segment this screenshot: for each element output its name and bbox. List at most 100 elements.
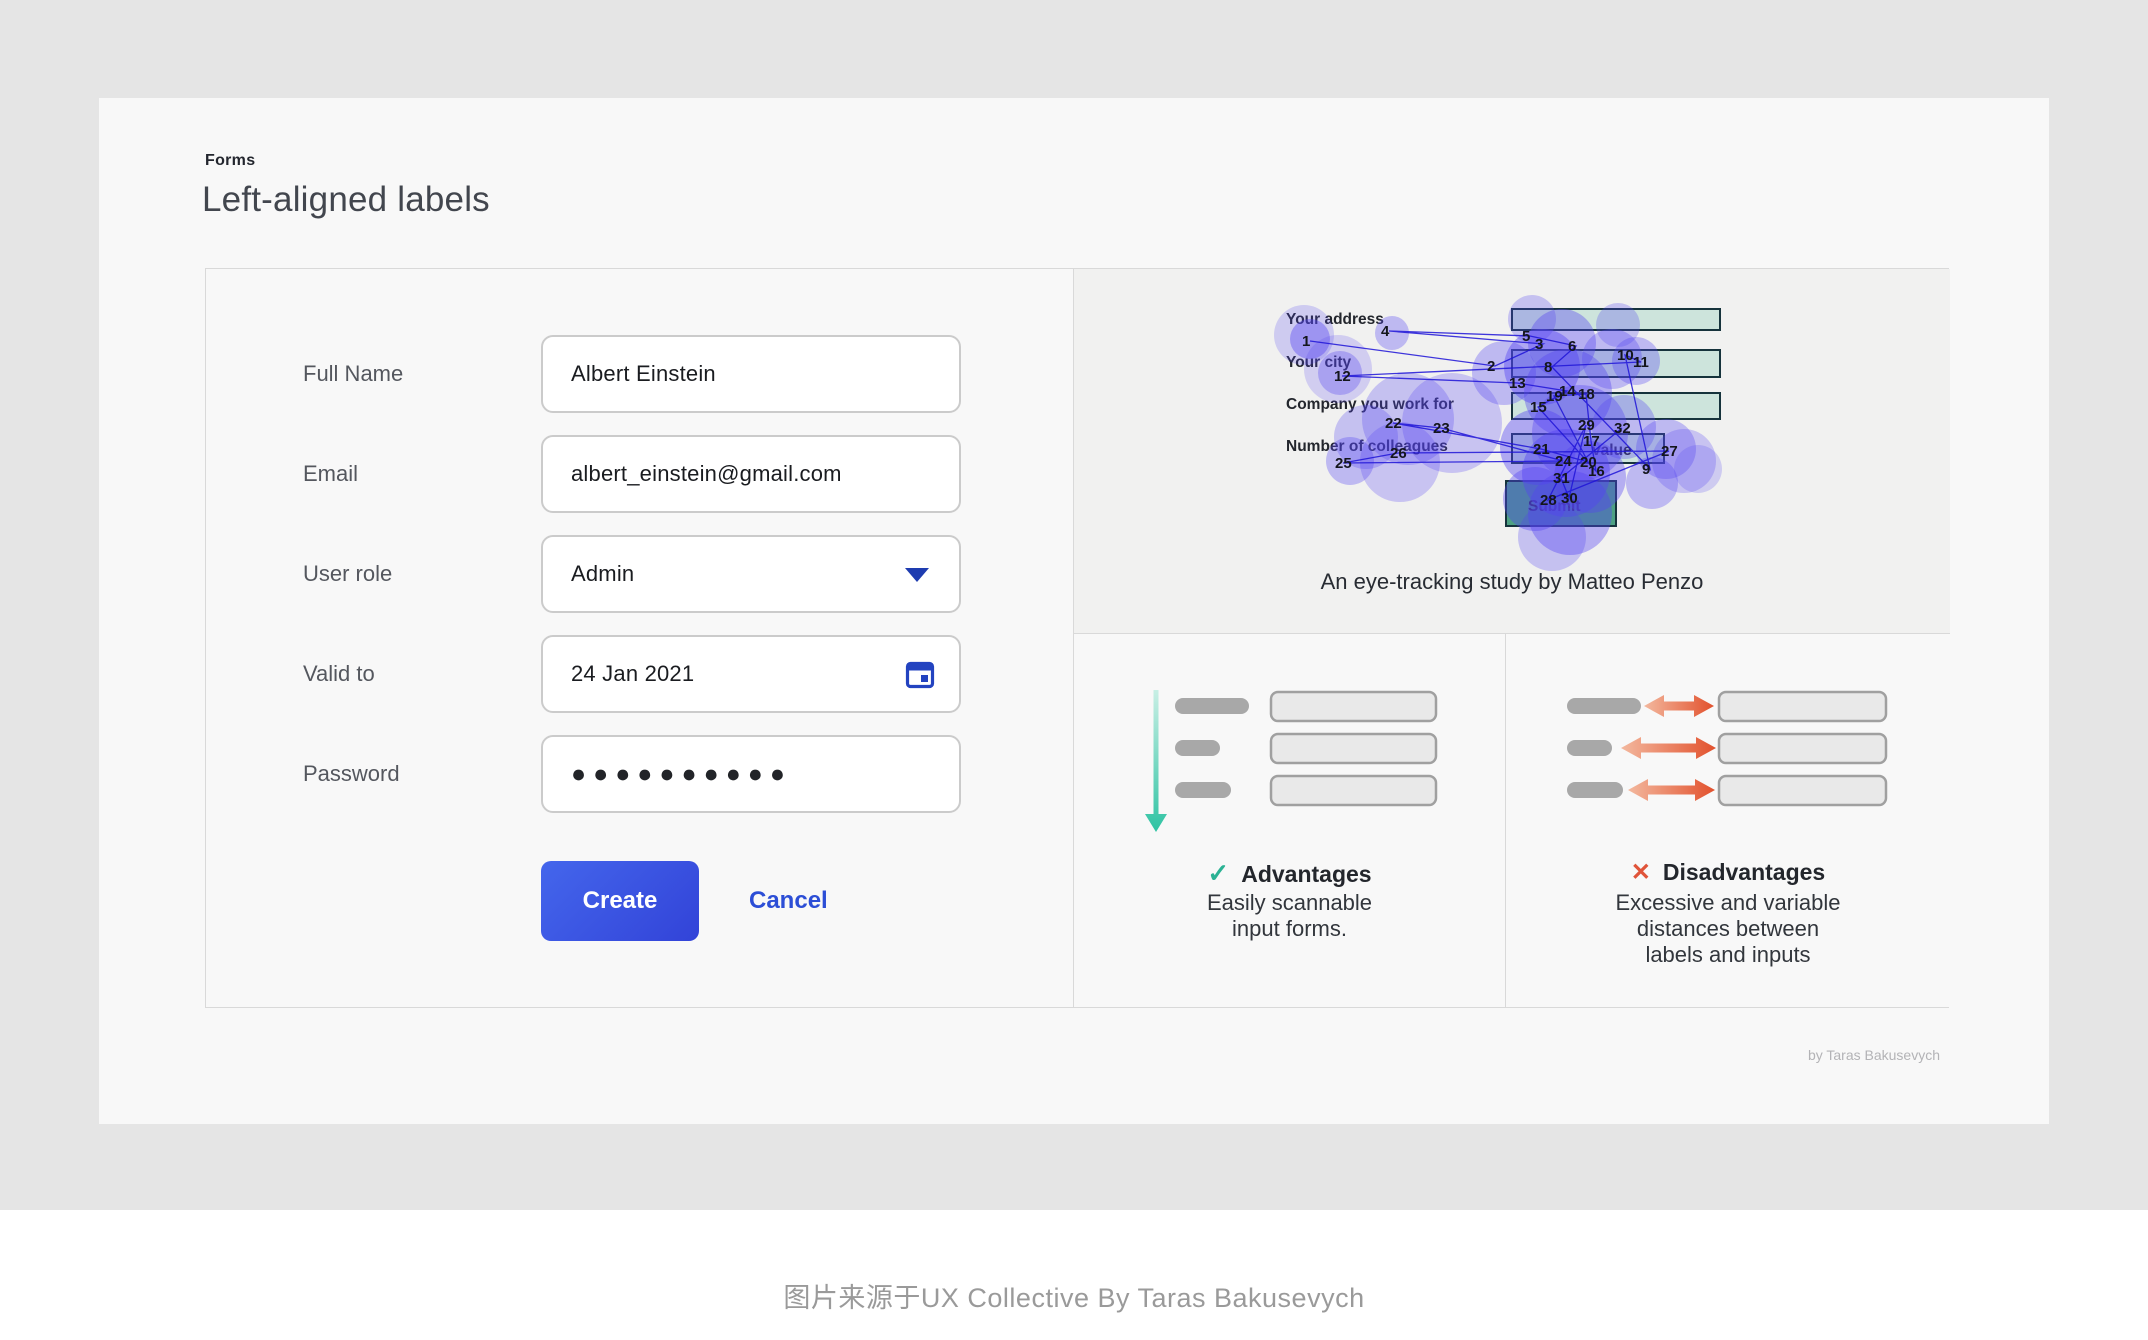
fixation-number: 19 [1546,388,1563,405]
eyebrow-label: Forms [205,152,256,169]
form-panel: Full Name Albert Einstein Email albert_e… [206,269,1074,1007]
full-name-field[interactable]: Albert Einstein [541,335,961,413]
distance-arrow [1621,737,1716,759]
disadvantages-description: Excessive and variable distances between… [1506,890,1950,968]
advantages-description: Easily scannable input forms. [1074,890,1505,942]
check-icon: ✓ [1207,858,1230,888]
placeholder-input-box [1269,774,1438,807]
placeholder-input-box [1269,690,1438,723]
fixation-number: 8 [1544,359,1552,376]
user-role-value: Admin [571,561,635,586]
fixation-number: 31 [1553,470,1570,487]
valid-to-value: 24 Jan 2021 [571,661,695,686]
fixation-number: 25 [1335,455,1352,472]
fixation-number: 2 [1487,358,1495,375]
chevron-down-icon [905,568,929,582]
image-source-caption: 图片来源于UX Collective By Taras Bakusevych [783,1283,1365,1313]
content-grid: Full Name Albert Einstein Email albert_e… [205,268,1950,1008]
fixation-number: 30 [1561,490,1578,507]
form-row-full-name: Full Name Albert Einstein [206,335,1073,413]
fixation-number: 6 [1568,338,1576,355]
fixation-number: 18 [1578,386,1595,403]
email-field[interactable]: albert_einstein@gmail.com [541,435,961,513]
placeholder-label-bar [1567,698,1641,714]
distance-arrow [1628,779,1715,801]
fixation-number: 11 [1633,354,1649,371]
fixation-number: 10 [1617,347,1634,364]
disadvantages-desc-line: Excessive and variable [1615,890,1841,915]
advantages-title: Advantages [1241,861,1372,887]
fixation-number: 22 [1385,415,1402,432]
placeholder-input-box [1269,732,1438,765]
disadvantages-desc-line: distances between [1636,916,1820,941]
full-name-value: Albert Einstein [571,361,716,386]
fixation-number: 20 [1580,454,1597,471]
fixation-number: 12 [1334,368,1351,385]
placeholder-label-bar [1567,740,1612,756]
placeholder-label-bar [1175,740,1220,756]
disadvantages-diagram [1567,690,1888,807]
disadvantages-title: Disadvantages [1662,859,1826,885]
password-value: ●●●●●●●●●● [571,760,793,788]
placeholder-input-box [1717,774,1888,807]
form-row-email: Email albert_einstein@gmail.com [206,435,1073,513]
advantages-desc-line: Easily scannable [1206,890,1373,915]
form-row-user-role: User role Admin [206,535,1073,613]
fixation-number: 32 [1614,420,1631,437]
distance-arrow [1644,695,1714,717]
main-card: Forms Left-aligned labels Full Name Albe… [99,98,2049,1124]
advantages-heading: ✓ Advantages [1074,858,1505,889]
fixation-number: 26 [1390,445,1407,462]
password-field[interactable]: ●●●●●●●●●● [541,735,961,813]
placeholder-input-box [1717,690,1888,723]
fixation-number: 13 [1509,375,1526,392]
fixation-number: 1 [1302,333,1310,350]
fixation-number: 27 [1661,443,1678,460]
fixation-number: 24 [1555,453,1572,470]
credit-text: by Taras Bakusevych [1807,1047,1940,1063]
placeholder-label-bar [1567,782,1623,798]
heat-blob [1596,303,1640,347]
full-name-label: Full Name [303,361,404,386]
placeholder-input-box [1717,732,1888,765]
fixation-number: 28 [1540,492,1557,509]
bottom-white-strip [0,1210,2148,1340]
eye-tracking-heatmap: Your addressYour cityCompany you work fo… [1274,295,1722,571]
scan-direction-arrow [1145,690,1167,832]
page-title: Left-aligned labels [202,180,490,219]
x-icon: ✕ [1630,859,1651,886]
email-label: Email [303,461,359,486]
create-button[interactable]: Create [541,861,699,941]
fixation-number: 9 [1642,461,1650,478]
form-row-valid-to: Valid to 24 Jan 2021 [206,635,1073,713]
form-row-password: Password ●●●●●●●●●● [206,735,1073,813]
advantages-panel: ✓ Advantages Easily scannable input forms… [1074,634,1506,1007]
fixation-number: 17 [1583,433,1600,450]
disadvantages-desc-line: labels and inputs [1645,942,1811,967]
form-actions: Create Cancel [206,861,1073,941]
eye-tracking-panel: Your address Your city Company you work fo… [1074,269,1950,634]
fixation-number: 21 [1533,441,1550,458]
email-value: albert_einstein@gmail.com [571,461,842,486]
valid-to-field[interactable]: 24 Jan 2021 [541,635,961,713]
calendar-icon[interactable] [905,659,935,689]
advantages-diagram [1145,690,1438,832]
user-role-label: User role [303,561,393,586]
valid-to-label: Valid to [303,661,375,686]
disadvantages-panel: ✕ Disadvantages Excessive and variable di… [1506,634,1950,1007]
fixation-number: 3 [1535,336,1543,353]
disadvantages-heading: ✕ Disadvantages [1506,858,1950,887]
advantages-desc-line: input forms. [1232,916,1347,941]
fixation-number: 29 [1578,417,1595,434]
cancel-link[interactable]: Cancel [749,861,828,941]
fixation-number: 4 [1381,323,1390,340]
fixation-number: 5 [1522,328,1530,345]
fixation-number: 23 [1433,420,1450,437]
password-label: Password [303,761,400,786]
placeholder-label-bar [1175,782,1231,798]
user-role-select[interactable]: Admin [541,535,961,613]
fixation-number: 15 [1530,399,1547,416]
study-caption: An eye-tracking study by Matteo Penzo [1320,569,1704,594]
heat-blob [1674,445,1722,493]
placeholder-label-bar [1175,698,1249,714]
